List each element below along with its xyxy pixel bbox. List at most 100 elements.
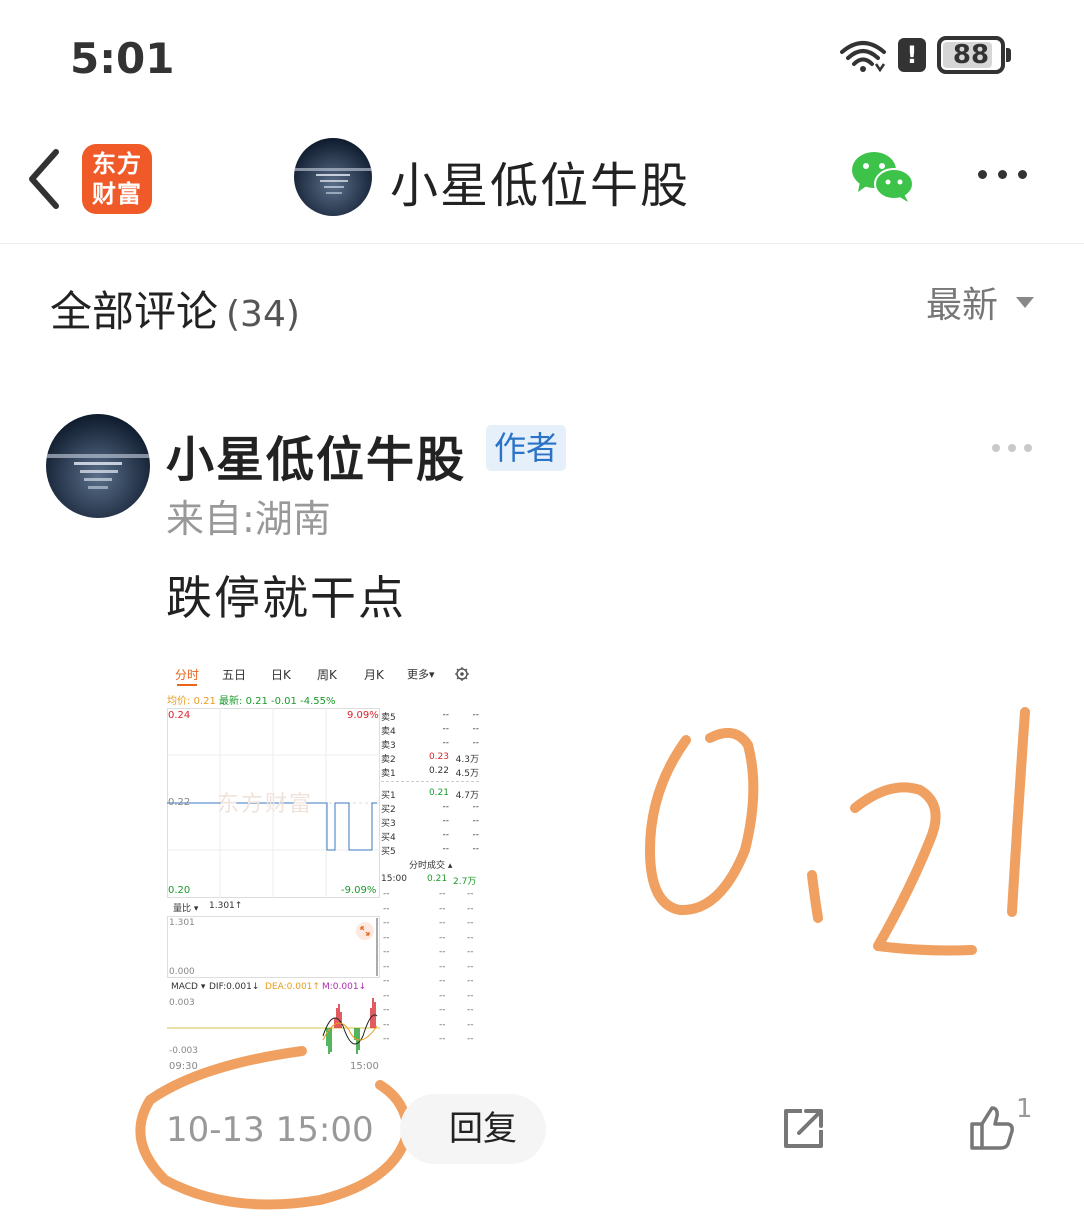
orderbook-divider <box>381 781 479 782</box>
dash-col-price: -- <box>439 1034 446 1044</box>
battery-percent: 88 <box>952 40 990 70</box>
dash-col-time: -- <box>383 1005 390 1015</box>
like-count: 1 <box>1016 1094 1033 1124</box>
dash-col-time: -- <box>383 1019 390 1030</box>
vol-ratio-value: 1.301↑ <box>209 901 243 911</box>
volume-chart <box>167 916 380 978</box>
sort-label: 最新 <box>926 285 999 326</box>
dash-col-price: -- <box>439 961 446 972</box>
comment-more-icon[interactable] <box>992 444 1032 452</box>
latest-label: 最新: <box>219 696 243 707</box>
comment-avatar[interactable] <box>46 414 150 518</box>
dash-col-price: -- <box>439 990 446 1001</box>
dash-col-price: -- <box>439 947 446 957</box>
dash-col-time: -- <box>383 1034 390 1044</box>
wifi-icon <box>840 41 886 73</box>
latest-value: 0.21 <box>245 696 268 707</box>
digit-zero-stroke <box>645 727 759 916</box>
status-time: 5:01 <box>70 34 175 83</box>
more-menu-icon[interactable] <box>978 170 1027 179</box>
dash-col-vol: -- <box>467 976 474 986</box>
orderbook-row: 买2 -- -- <box>381 802 479 815</box>
macd-label: MACD ▾ <box>171 982 206 992</box>
back-icon[interactable] <box>22 144 66 214</box>
macd-top: 0.003 <box>169 998 195 1008</box>
comments-header: 全部评论 (34) <box>50 278 300 339</box>
orderbook-row: 卖5 -- -- <box>381 710 479 723</box>
dropdown-arrow-icon <box>1016 296 1035 308</box>
settings-gear-icon <box>455 667 469 681</box>
macd-dif: DIF:0.001↓ <box>209 982 260 992</box>
orderbook-row: 买4 -- -- <box>381 830 479 843</box>
vol-bottom: 0.000 <box>169 967 195 977</box>
change-pct: -4.55% <box>300 696 336 707</box>
tab-underline <box>177 684 197 686</box>
stock-price-line: 均价: 0.21 最新: 0.21 -0.01 -4.55% <box>167 692 335 707</box>
time-start: 09:30 <box>169 1061 198 1072</box>
battery-icon: 88 <box>937 36 1005 74</box>
pct-low: -9.09% <box>341 885 377 896</box>
digit-two-stroke <box>850 782 977 956</box>
dash-col-time: -- <box>383 961 390 972</box>
macd-m: M:0.001↓ <box>322 982 367 992</box>
page-title: 小星低位牛股 <box>390 158 691 214</box>
price-low: 0.20 <box>168 885 191 896</box>
dash-col-time: -- <box>383 918 390 928</box>
pct-high: 9.09% <box>347 710 379 721</box>
comment-location: 来自:湖南 <box>166 497 331 541</box>
dash-col-vol: -- <box>467 903 474 914</box>
reply-button[interactable]: 回复 <box>400 1094 546 1164</box>
dash-col-vol: -- <box>467 990 474 1001</box>
stock-tab-5day: 五日 <box>222 668 247 682</box>
dash-col-time: -- <box>383 947 390 957</box>
comment-time: 10-13 15:00 <box>166 1110 374 1150</box>
share-icon[interactable] <box>780 1106 826 1152</box>
app-logo-line2: 财富 <box>92 180 142 208</box>
comments-title: 全部评论 <box>50 287 219 336</box>
comment-author[interactable]: 小星低位牛股 <box>166 420 466 490</box>
like-thumb-icon[interactable] <box>968 1104 1016 1152</box>
alert-icon <box>898 38 926 72</box>
orderbook-row: 卖1 0.22 4.5万 <box>381 766 479 779</box>
dash-col-time: -- <box>383 932 390 943</box>
macd-dea: DEA:0.001↑ <box>265 982 320 992</box>
trade-time: 15:00 <box>381 874 407 884</box>
app-logo[interactable]: 东方 财富 <box>82 144 152 214</box>
vol-ratio-label: 量比 ▾ <box>173 904 199 914</box>
dash-col-time: -- <box>383 889 390 899</box>
dash-col-time: -- <box>383 990 390 1001</box>
top-nav: 东方 财富 小星低位牛股 <box>0 110 1084 244</box>
dash-col-price: -- <box>439 1019 446 1030</box>
change-value: -0.01 <box>271 696 297 707</box>
dash-col-vol: -- <box>467 947 474 957</box>
dash-col-price: -- <box>439 976 446 986</box>
status-bar: 5:01 88 <box>0 0 1084 110</box>
comment-text: 跌停就干点 <box>166 571 406 625</box>
decimal-point-stroke <box>807 870 823 923</box>
stock-watermark: 东方财富 <box>217 792 314 817</box>
dash-col-price: -- <box>439 932 446 943</box>
wechat-share-icon[interactable] <box>850 150 916 204</box>
dash-col-price: -- <box>439 889 446 899</box>
stock-chart-image[interactable]: 分时 五日 日K 周K 月K 更多▾ 均价: 0.21 最新: 0.21 -0.… <box>167 658 482 1076</box>
sort-dropdown[interactable]: 最新 <box>926 276 1035 328</box>
stock-tab-dayk: 日K <box>271 668 291 682</box>
price-high: 0.24 <box>168 710 191 721</box>
orderbook-row: 买3 -- -- <box>381 816 479 829</box>
macd-bottom: -0.003 <box>169 1046 199 1056</box>
vol-top: 1.301 <box>169 918 195 928</box>
dash-col-price: -- <box>439 1005 446 1015</box>
dash-col-time: -- <box>383 976 390 986</box>
orderbook-row: 买1 0.21 4.7万 <box>381 788 479 801</box>
trade-price: 0.21 <box>427 874 448 884</box>
avg-label: 均价: <box>167 696 191 707</box>
dash-col-price: -- <box>439 903 446 914</box>
stock-tab-weekk: 周K <box>317 668 337 682</box>
comments-count: (34) <box>226 294 300 335</box>
author-avatar[interactable] <box>294 138 372 216</box>
trade-volume: 2.7万 <box>453 877 477 887</box>
orderbook-row: 卖3 -- -- <box>381 738 479 751</box>
price-mid: 0.22 <box>168 797 191 808</box>
battery-tip <box>1006 48 1011 62</box>
dash-col-vol: -- <box>467 1019 474 1030</box>
